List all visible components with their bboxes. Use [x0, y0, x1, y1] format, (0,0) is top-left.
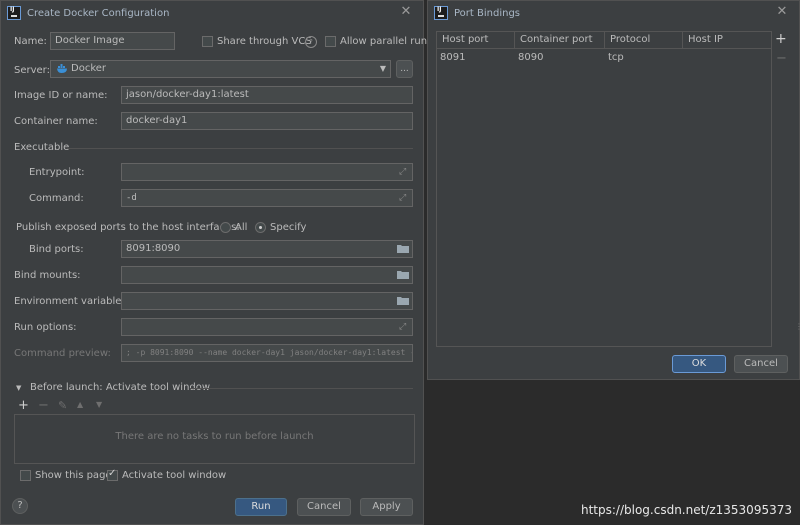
run-options-label: Run options:	[14, 322, 77, 333]
server-label: Server:	[14, 65, 50, 76]
activate-tool-label: Activate tool window	[122, 470, 227, 481]
folder-icon[interactable]	[397, 270, 409, 279]
move-down-icon[interactable]: ▼	[96, 400, 102, 409]
bind-ports-label: Bind ports:	[29, 244, 84, 255]
before-launch-task-list: There are no tasks to run before launch	[14, 414, 415, 464]
server-select[interactable]: Docker ▼	[50, 60, 391, 78]
image-field[interactable]: jason/docker-day1:latest	[121, 86, 413, 104]
expand-icon[interactable]: ⤢	[399, 322, 409, 332]
show-page-checkbox[interactable]	[20, 470, 31, 481]
run-button[interactable]: Run	[235, 498, 287, 516]
executable-separator	[67, 148, 413, 149]
name-label: Name:	[14, 36, 47, 47]
entrypoint-field[interactable]: ⤢	[121, 163, 413, 181]
table-header-separator	[437, 48, 771, 49]
cell-container-port[interactable]: 8090	[515, 50, 605, 65]
port-bindings-title-bar: Port Bindings ✕	[428, 1, 799, 25]
docker-config-dialog: Create Docker Configuration ✕ Name: Dock…	[0, 0, 428, 525]
help-icon[interactable]: ?	[305, 36, 317, 48]
add-icon[interactable]: +	[18, 398, 29, 413]
command-value: -d	[126, 193, 137, 203]
help-glyph: ?	[17, 500, 23, 511]
port-bindings-dialog: Port Bindings ✕ Host port Container port…	[427, 0, 800, 380]
publish-ports-label: Publish exposed ports to the host interf…	[16, 222, 240, 233]
cell-host-ip[interactable]	[683, 50, 771, 65]
empty-tasks-text: There are no tasks to run before launch	[115, 431, 314, 442]
folder-icon[interactable]	[397, 296, 409, 305]
table-row[interactable]: 8091 8090 tcp	[437, 50, 771, 65]
port-bindings-table: Host port Container port Protocol Host I…	[436, 31, 772, 347]
bind-ports-value: 8091:8090	[126, 243, 181, 254]
container-label: Container name:	[14, 116, 98, 127]
column-protocol[interactable]: Protocol	[605, 32, 683, 48]
docker-icon	[57, 64, 68, 74]
move-up-icon[interactable]: ▲	[77, 400, 83, 409]
publish-all-radio[interactable]	[220, 222, 231, 233]
command-label: Command:	[29, 193, 84, 204]
allow-parallel-label: Allow parallel run	[340, 36, 428, 47]
before-launch-separator	[190, 388, 413, 389]
close-icon[interactable]: ✕	[775, 5, 789, 19]
column-host-port[interactable]: Host port	[437, 32, 515, 48]
show-page-label: Show this page	[35, 470, 112, 481]
add-binding-icon[interactable]: +	[775, 31, 787, 47]
allow-parallel-checkbox[interactable]	[325, 36, 336, 47]
container-field[interactable]: docker-day1	[121, 112, 413, 130]
ok-button[interactable]: OK	[672, 355, 726, 373]
cancel-button[interactable]: Cancel	[297, 498, 351, 516]
intellij-app-icon	[7, 6, 21, 20]
share-vcs-label: Share through VCS	[217, 36, 312, 47]
port-cancel-button[interactable]: Cancel	[734, 355, 788, 373]
env-vars-label: Environment variables:	[14, 296, 130, 307]
intellij-app-icon	[434, 6, 448, 20]
cmd-preview-field: ; -p 8091:8090 --name docker-day1 jason/…	[121, 344, 413, 362]
cmd-preview-value: ; -p 8091:8090 --name docker-day1 jason/…	[126, 348, 413, 357]
publish-specify-label: Specify	[270, 222, 307, 233]
publish-all-label: All	[235, 222, 248, 233]
bind-mounts-label: Bind mounts:	[14, 270, 81, 281]
before-launch-label: Before launch: Activate tool window	[30, 382, 211, 393]
cmd-preview-label: Command preview:	[14, 348, 111, 359]
expand-icon[interactable]: ⤢	[399, 193, 409, 203]
entrypoint-label: Entrypoint:	[29, 167, 85, 178]
folder-icon[interactable]	[397, 244, 409, 253]
watermark: https://blog.csdn.net/z1353095373	[580, 503, 792, 517]
chevron-down-icon: ▼	[379, 64, 386, 73]
cell-host-port[interactable]: 8091	[437, 50, 515, 65]
activate-tool-checkbox[interactable]	[107, 468, 118, 481]
bind-mounts-field[interactable]	[121, 266, 413, 284]
executable-header: Executable	[14, 142, 70, 153]
port-bindings-title: Port Bindings	[454, 7, 521, 19]
remove-icon[interactable]: −	[38, 398, 49, 413]
publish-specify-radio[interactable]	[255, 222, 266, 233]
bind-ports-field[interactable]: 8091:8090	[121, 240, 413, 258]
help-button[interactable]: ?	[12, 498, 28, 514]
apply-button[interactable]: Apply	[360, 498, 413, 516]
name-field[interactable]: Docker Image	[50, 32, 175, 50]
cell-protocol[interactable]: tcp	[605, 50, 683, 65]
share-vcs-checkbox[interactable]	[202, 36, 213, 47]
close-icon[interactable]: ✕	[399, 5, 413, 19]
remove-binding-icon[interactable]: −	[776, 51, 787, 66]
dialog-title: Create Docker Configuration	[27, 7, 170, 19]
edit-icon[interactable]: ✎	[58, 399, 67, 412]
server-browse-button[interactable]: ...	[396, 60, 413, 78]
right-edge-handle[interactable]: ⋮	[795, 322, 800, 334]
image-label: Image ID or name:	[14, 90, 108, 101]
expand-icon[interactable]: ⤢	[399, 167, 409, 177]
dialog-title-bar: Create Docker Configuration ✕	[1, 1, 423, 25]
env-vars-field[interactable]	[121, 292, 413, 310]
collapse-triangle-icon[interactable]: ▼	[16, 384, 21, 392]
server-value: Docker	[71, 63, 107, 74]
command-field[interactable]: -d ⤢	[121, 189, 413, 207]
column-container-port[interactable]: Container port	[515, 32, 605, 48]
column-host-ip[interactable]: Host IP	[683, 32, 771, 48]
run-options-field[interactable]: ⤢	[121, 318, 413, 336]
